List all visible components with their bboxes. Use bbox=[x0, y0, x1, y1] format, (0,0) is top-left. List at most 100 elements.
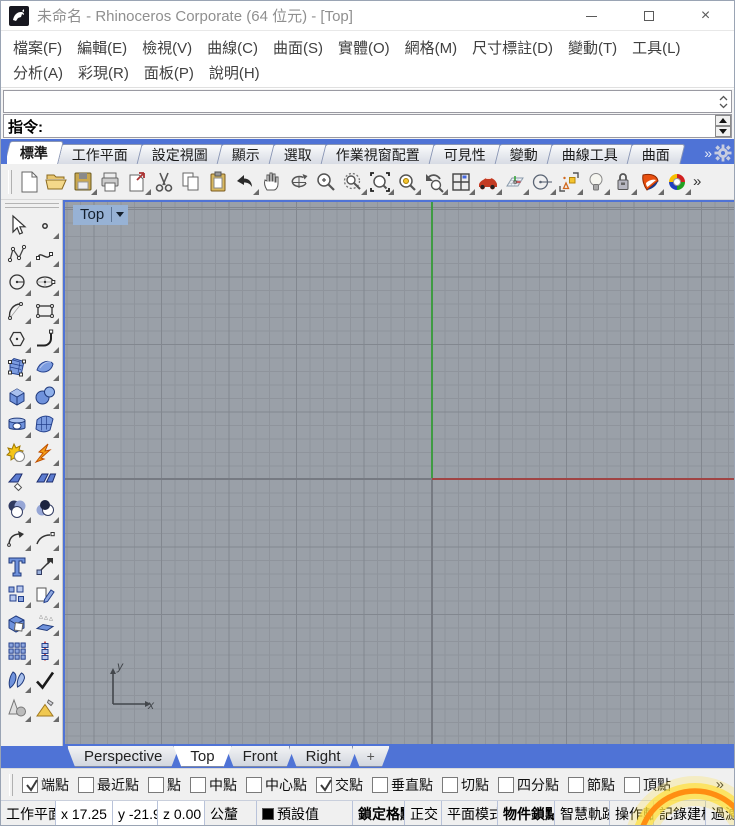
osnap-item[interactable]: 交點 bbox=[316, 775, 363, 795]
menu-item[interactable]: 工具(L) bbox=[632, 37, 680, 58]
osnap-checkbox[interactable] bbox=[22, 776, 38, 793]
sidebar-grip[interactable] bbox=[5, 203, 59, 208]
toolbar-overflow-chevron[interactable]: » bbox=[693, 173, 701, 190]
osnap-item[interactable]: 垂直點 bbox=[372, 775, 433, 795]
sidebar-fillet-curve-button[interactable] bbox=[4, 524, 31, 552]
sidebar-freeform-curve-button[interactable] bbox=[32, 240, 59, 268]
toolbar-viewport-layout-button[interactable] bbox=[448, 168, 475, 195]
toolbar-cut-button[interactable] bbox=[151, 168, 178, 195]
osnap-checkbox[interactable] bbox=[568, 776, 584, 793]
osnap-checkbox[interactable] bbox=[498, 776, 514, 793]
osnap-item[interactable]: 最近點 bbox=[78, 775, 139, 795]
toolbar-tab[interactable]: 工作平面 bbox=[56, 144, 144, 164]
sidebar-loft-button[interactable] bbox=[4, 666, 31, 694]
sidebar-split-button[interactable] bbox=[32, 468, 59, 495]
menu-item[interactable]: 曲面(S) bbox=[273, 37, 323, 58]
toolbar-save-button[interactable] bbox=[70, 168, 97, 195]
toolbar-tab[interactable]: 變動 bbox=[494, 144, 554, 164]
title-bar[interactable]: 未命名 - Rhinoceros Corporate (64 位元) - [To… bbox=[1, 1, 734, 31]
menu-item[interactable]: 分析(A) bbox=[13, 62, 63, 83]
command-prompt[interactable]: 指令: bbox=[3, 114, 732, 138]
menu-item[interactable]: 實體(O) bbox=[338, 37, 390, 58]
toolbar-undo-view-button[interactable] bbox=[421, 168, 448, 195]
toolbar-render-fin-button[interactable] bbox=[637, 168, 664, 195]
osnap-grip[interactable] bbox=[9, 773, 13, 796]
osnap-item[interactable]: 四分點 bbox=[498, 775, 559, 795]
menu-item[interactable]: 網格(M) bbox=[405, 37, 458, 58]
menu-item[interactable]: 說明(H) bbox=[209, 62, 260, 83]
sidebar-arc-button[interactable] bbox=[4, 297, 31, 325]
toolbar-tab[interactable]: 設定視圖 bbox=[136, 144, 224, 164]
sidebar-box-button[interactable] bbox=[4, 382, 31, 410]
sidebar-explode-button[interactable] bbox=[32, 439, 59, 467]
toolbar-rotate-view-button[interactable] bbox=[286, 168, 313, 195]
toolbar-paste-button[interactable] bbox=[205, 168, 232, 195]
menu-item[interactable]: 編輯(E) bbox=[77, 37, 127, 58]
command-history[interactable] bbox=[3, 90, 732, 113]
top-viewport[interactable]: Top y x bbox=[65, 202, 734, 744]
toolbar-circle-toggle-button[interactable] bbox=[529, 168, 556, 195]
toolbar-print-button[interactable] bbox=[97, 168, 124, 195]
sidebar-torus-button[interactable] bbox=[4, 411, 31, 438]
sidebar-surface-grid-button[interactable] bbox=[4, 354, 31, 381]
osnap-checkbox[interactable] bbox=[78, 776, 94, 793]
status-cell[interactable]: x 17.25 bbox=[56, 801, 113, 825]
osnap-item[interactable]: 中心點 bbox=[246, 775, 307, 795]
viewport-tab-perspective[interactable]: Perspective bbox=[67, 746, 179, 767]
toolbar-undo-button[interactable] bbox=[232, 168, 259, 195]
osnap-item[interactable]: 切點 bbox=[442, 775, 489, 795]
status-cell[interactable]: 操作軸 bbox=[610, 801, 654, 825]
sidebar-polygon-button[interactable] bbox=[4, 326, 31, 353]
sidebar-extend-curve-button[interactable] bbox=[32, 524, 59, 552]
status-cell[interactable]: 過濾器 bbox=[706, 801, 734, 825]
osnap-checkbox[interactable] bbox=[372, 776, 388, 793]
sidebar-hatch-button[interactable] bbox=[32, 581, 59, 609]
status-cell[interactable]: 物件鎖點 bbox=[498, 801, 555, 825]
sidebar-boolean-difference-button[interactable] bbox=[32, 496, 59, 523]
toolbar-tab[interactable]: 作業視窗配置 bbox=[320, 144, 436, 164]
toolbar-zoom-extents-button[interactable] bbox=[367, 168, 394, 195]
toolbar-grip[interactable] bbox=[8, 169, 12, 194]
sidebar-select-arrow-button[interactable] bbox=[4, 212, 31, 239]
osnap-checkbox[interactable] bbox=[148, 776, 164, 793]
sidebar-spotlight-button[interactable] bbox=[32, 695, 59, 722]
toolbar-zoom-selected-button[interactable] bbox=[394, 168, 421, 195]
status-cell[interactable]: z 0.00 bbox=[158, 801, 205, 825]
toolbar-tab[interactable]: 顯示 bbox=[216, 144, 276, 164]
menu-item[interactable]: 彩現(R) bbox=[78, 62, 129, 83]
spinner-down-button[interactable] bbox=[715, 126, 731, 137]
toolbar-tab[interactable]: 標準 bbox=[7, 141, 64, 164]
osnap-item[interactable]: 頂點 bbox=[624, 775, 671, 795]
sidebar-patch-surface-button[interactable] bbox=[32, 354, 59, 381]
toolbar-lock-button[interactable] bbox=[610, 168, 637, 195]
toolbar-copy-button[interactable] bbox=[178, 168, 205, 195]
sidebar-boolean-union-button[interactable] bbox=[4, 496, 31, 523]
menu-item[interactable]: 尺寸標註(D) bbox=[472, 37, 553, 58]
viewport-tab-top[interactable]: Top bbox=[173, 746, 231, 767]
sidebar-array-button[interactable] bbox=[4, 638, 31, 665]
osnap-item[interactable]: 中點 bbox=[190, 775, 237, 795]
viewport-tab-front[interactable]: Front bbox=[226, 746, 295, 767]
sidebar-network-surface-button[interactable] bbox=[32, 411, 59, 438]
menu-item[interactable]: 變動(T) bbox=[568, 37, 617, 58]
status-cell[interactable]: 智慧軌跡 bbox=[555, 801, 610, 825]
toolbar-pan-button[interactable] bbox=[259, 168, 286, 195]
osnap-overflow-chevron[interactable]: » bbox=[716, 776, 724, 793]
toolbar-zoom-window-button[interactable] bbox=[340, 168, 367, 195]
status-cell[interactable]: 鎖定格點 bbox=[353, 801, 405, 825]
sidebar-trim-button[interactable] bbox=[4, 468, 31, 495]
sidebar-block-button[interactable] bbox=[4, 581, 31, 609]
status-cell[interactable]: 工作平面 bbox=[1, 801, 56, 825]
toolbar-display-wheel-button[interactable] bbox=[664, 168, 691, 195]
command-history-scrollbar[interactable] bbox=[716, 91, 730, 112]
viewport-tab-right[interactable]: Right bbox=[289, 746, 358, 767]
status-cell[interactable]: y -21.95 bbox=[113, 801, 158, 825]
toolbar-tab[interactable]: 選取 bbox=[268, 144, 328, 164]
osnap-checkbox[interactable] bbox=[190, 776, 206, 793]
osnap-checkbox[interactable] bbox=[442, 776, 458, 793]
gear-icon[interactable] bbox=[714, 144, 732, 162]
sidebar-scale-button[interactable] bbox=[32, 553, 59, 580]
toolbar-export-button[interactable] bbox=[124, 168, 151, 195]
maximize-button[interactable] bbox=[620, 1, 677, 31]
status-cell[interactable]: 正交 bbox=[405, 801, 442, 825]
